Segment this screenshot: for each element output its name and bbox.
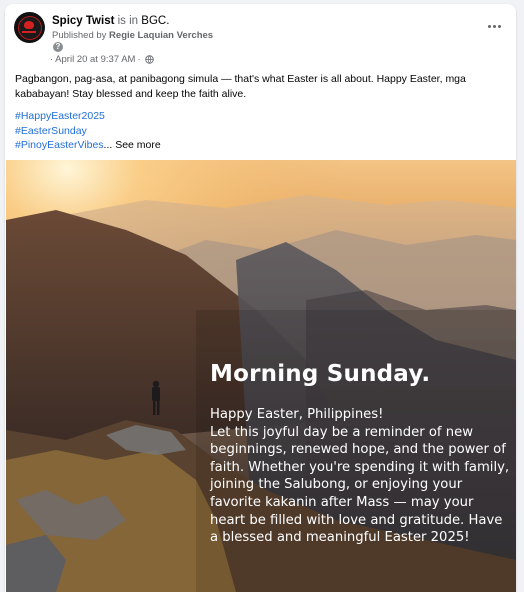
help-icon[interactable]: ? bbox=[53, 42, 63, 52]
post-image[interactable]: Morning Sunday. Happy Easter, Philippine… bbox=[6, 160, 516, 592]
publisher-link[interactable]: Regie Laquian Verches bbox=[109, 30, 213, 41]
image-heading: Morning Sunday. bbox=[210, 361, 431, 387]
hashtag-link[interactable]: #EasterSunday bbox=[15, 124, 161, 139]
see-more-link[interactable]: ... See more bbox=[104, 138, 161, 153]
published-by-line: Published by Regie Laquian Verches bbox=[52, 30, 213, 41]
image-body-text: Happy Easter, Philippines! Let this joyf… bbox=[210, 407, 510, 546]
page-name-link[interactable]: Spicy Twist bbox=[52, 15, 114, 27]
hashtag-link[interactable]: #PinoyEasterVibes bbox=[15, 138, 104, 153]
meta-separator-2: · bbox=[137, 54, 141, 65]
location-period: . bbox=[166, 15, 170, 27]
globe-icon[interactable] bbox=[144, 55, 154, 64]
is-in-text: is in bbox=[117, 15, 139, 27]
hashtag-link[interactable]: #HappyEaster2025 bbox=[15, 109, 161, 124]
caption-text: Pagbangon, pag-asa, at panibagong simula… bbox=[15, 73, 466, 100]
post-card: Spicy Twist is in BGC. Published by Regi… bbox=[5, 4, 516, 592]
post-title-line: Spicy Twist is in BGC. bbox=[52, 15, 169, 27]
more-options-button[interactable] bbox=[482, 16, 506, 36]
location-link[interactable]: BGC bbox=[141, 15, 166, 27]
more-options-icon bbox=[487, 24, 491, 28]
post-header: Spicy Twist is in BGC. Published by Regi… bbox=[5, 4, 516, 70]
hashtag-list: #HappyEaster2025 #EasterSunday #PinoyEas… bbox=[15, 109, 161, 153]
hashtag-row: #PinoyEasterVibes ... See more bbox=[15, 138, 161, 153]
post-caption: Pagbangon, pag-asa, at panibagong simula… bbox=[15, 72, 507, 101]
post-date-link[interactable]: April 20 at 9:37 AM bbox=[55, 54, 135, 65]
meta-separator: · bbox=[50, 54, 54, 65]
published-by-label: Published by bbox=[52, 30, 107, 41]
post-meta: · April 20 at 9:37 AM · bbox=[50, 54, 154, 65]
page-avatar[interactable] bbox=[14, 12, 45, 43]
spicy-twist-logo-icon bbox=[17, 15, 42, 40]
